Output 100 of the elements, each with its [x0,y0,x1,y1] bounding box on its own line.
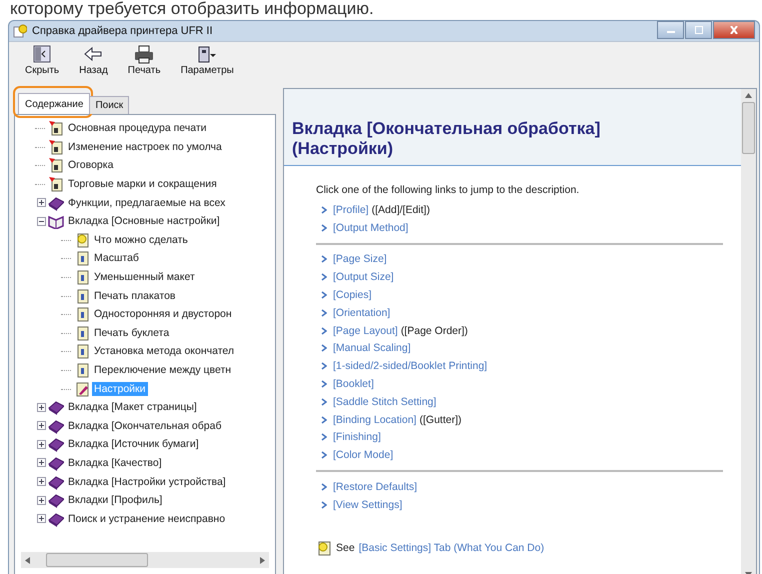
window-title: Справка драйвера принтера UFR II [32,25,214,37]
expand-toggle-icon[interactable] [37,216,46,226]
expand-toggle-icon[interactable] [37,402,46,412]
link[interactable]: [1-sided/2-sided/Booklet Printing] [333,360,488,372]
book-icon [48,194,64,211]
tree-item[interactable]: Уменьшенный макет [92,270,197,284]
toolbar-button[interactable]: Назад [73,44,114,82]
vertical-scrollbar[interactable] [741,89,756,574]
link[interactable]: [Finishing] [333,431,381,444]
expand-toggle-icon[interactable] [37,458,46,468]
flagged-page-icon [48,157,64,174]
link[interactable]: [Color Mode] [333,449,394,462]
close-icon [729,26,739,34]
expand-toggle-icon[interactable] [37,496,46,505]
chevron-icon [321,398,327,406]
link[interactable]: [Output Size] [333,271,394,284]
expand-toggle-icon[interactable] [37,198,46,208]
intro-text: Click one of the following links to jump to the description. [316,184,580,196]
link[interactable]: [Orientation] [333,306,390,319]
chevron-icon [321,224,327,232]
link[interactable]: [Page Size] [333,253,387,266]
tree-item[interactable]: Вкладка [Основные настройки] [66,214,222,228]
expand-toggle-icon[interactable] [37,514,46,524]
flagged-page-icon [48,120,64,136]
book-icon [48,454,64,471]
chevron-icon [321,291,327,300]
scroll-up-icon[interactable] [745,93,752,98]
scroll-thumb[interactable] [742,102,755,154]
book-icon [48,474,64,490]
link-note: ([Page Order]) [400,324,468,337]
link-note: ([Add]/[Edit]) [372,204,430,216]
tree-item[interactable]: Изменение настроек по умолча [66,140,224,154]
tree-item[interactable]: Функции, предлагаемые на всех [66,196,228,210]
scroll-right-icon[interactable] [260,556,265,564]
link[interactable]: [Manual Scaling] [333,342,411,354]
hide-pane-icon [31,44,54,64]
chevron-icon [321,433,327,442]
expand-toggle-icon[interactable] [37,440,46,449]
toolbar-button[interactable]: Печать [122,44,167,82]
expand-toggle-icon[interactable] [37,477,46,486]
tree-item[interactable]: Вкладка [Окончательная обраб [66,418,224,433]
flagged-page-icon [48,138,64,155]
book-icon [48,492,64,508]
link[interactable]: [Copies] [333,289,372,302]
maximize-button[interactable] [685,21,712,39]
link[interactable]: [Basic Settings] Tab (What You Can Do) [358,542,544,554]
caption-text: которому требуется отобразить информацию. [9,0,375,18]
tree-item[interactable]: Что можно сделать [92,232,190,247]
book-icon [48,436,64,452]
flagged-page-icon [48,176,64,192]
link[interactable]: [Output Method] [333,222,408,234]
minimize-button[interactable] [657,21,684,39]
chevron-icon [321,500,327,509]
horizontal-scrollbar[interactable] [21,552,269,568]
tab[interactable]: Содержание [18,93,90,114]
scroll-left-icon[interactable] [25,556,30,564]
topic-heading: Вкладка [Окончательная обработка] (Настройки) [292,119,602,159]
tree-item[interactable]: Масштаб [92,251,141,266]
tree-item[interactable]: Оговорка [66,158,116,172]
lightbulb-page-icon [316,540,332,556]
link[interactable]: [Binding Location] [333,414,416,426]
back-arrow-icon [82,44,104,64]
tree-item[interactable]: Вкладки [Профиль] [66,493,164,508]
chevron-icon [321,483,327,492]
tree-item[interactable]: Поиск и устранение неисправно [66,512,228,526]
link[interactable]: [Profile] [333,204,369,216]
tree-item[interactable]: Вкладка [Качество] [66,456,164,470]
link[interactable]: [Booklet] [333,378,374,390]
tree-item[interactable]: Основная процедура печати [66,121,209,136]
tree-item[interactable]: Вкладка [Источник бумаги] [66,437,201,452]
tree-item[interactable]: Печать буклета [92,326,172,340]
chevron-icon [321,273,327,282]
link[interactable]: [View Settings] [333,498,402,511]
chevron-icon [321,326,327,335]
help-icon [13,24,27,38]
tree-item[interactable]: Торговые марки и сокращения [66,177,219,192]
book-icon [48,418,64,434]
chevron-icon [321,416,327,424]
tree-item[interactable]: Переключение между цветн [92,363,234,378]
chevron-icon [321,451,327,460]
book-icon [48,399,64,416]
tree-item[interactable]: Печать плакатов [92,288,178,303]
link[interactable]: [Restore Defaults] [333,481,418,494]
tree-item[interactable]: Установка метода окончател [92,344,236,358]
toolbar-button[interactable]: Параметры [174,44,240,82]
maximize-icon [694,26,704,34]
tree-item[interactable]: Вкладка [Макет страницы] [66,400,199,414]
toolbar-button[interactable]: Скрыть [19,44,66,82]
tree-item[interactable]: Вкладка [Настройки устройства] [66,474,228,489]
chevron-icon [321,308,327,317]
scroll-thumb[interactable] [46,553,148,567]
link-note: ([Gutter]) [419,414,462,426]
link[interactable]: [Page Layout] [333,324,398,337]
tab[interactable]: Поиск [89,96,130,114]
expand-toggle-icon[interactable] [37,421,46,430]
printer-icon [133,44,156,64]
tree-item[interactable]: Односторонняя и двусторон [92,307,234,322]
link[interactable]: [Saddle Stitch Setting] [333,396,436,408]
chevron-icon [321,206,327,214]
close-button[interactable] [713,21,755,39]
